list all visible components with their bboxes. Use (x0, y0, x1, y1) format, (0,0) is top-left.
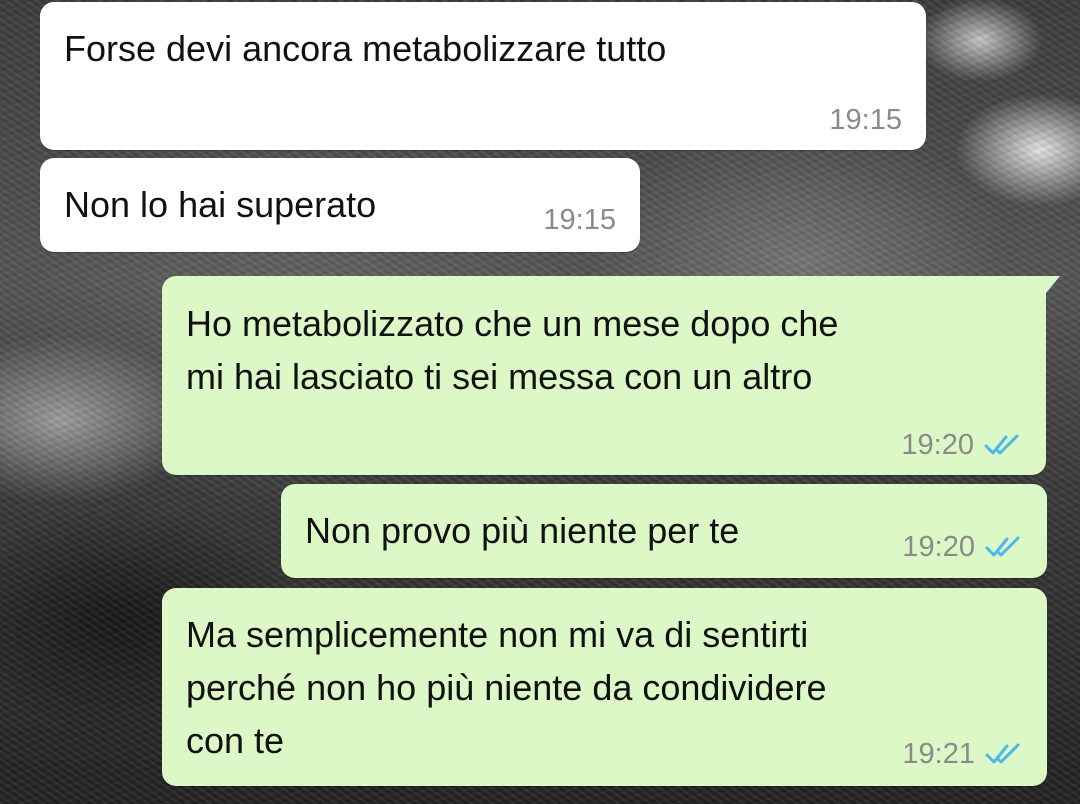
message-time: 19:15 (829, 104, 902, 136)
double-check-read-icon (985, 536, 1020, 557)
message-meta: 19:20 (901, 429, 1022, 461)
message-bubble-outgoing[interactable]: Ma semplicemente non mi va di sentirti p… (162, 588, 1047, 786)
message-bubble-incoming[interactable]: Non lo hai superato 19:15 (40, 158, 640, 252)
message-meta: 19:15 (829, 104, 902, 136)
message-time: 19:15 (543, 204, 616, 236)
double-check-read-icon (985, 743, 1020, 764)
message-meta: 19:15 (543, 204, 616, 236)
message-meta: 19:20 (902, 531, 1023, 563)
message-time: 19:21 (902, 738, 975, 770)
bubble-tail (1042, 276, 1060, 298)
message-bubble-outgoing[interactable]: Non provo più niente per te 19:20 (281, 484, 1047, 578)
message-bubble-incoming[interactable]: Forse devi ancora metabolizzare tutto 19… (40, 2, 926, 150)
message-text: Non lo hai superato (64, 184, 377, 225)
message-time: 19:20 (901, 429, 974, 461)
message-bubble-outgoing[interactable]: Ho metabolizzato che un mese dopo che mi… (162, 276, 1060, 475)
double-check-read-icon (984, 434, 1019, 455)
message-meta: 19:21 (902, 738, 1023, 770)
message-text: Forse devi ancora metabolizzare tutto (64, 28, 667, 69)
message-text: Ho metabolizzato che un mese dopo che mi… (186, 303, 839, 397)
message-time: 19:20 (902, 531, 975, 563)
message-text: Ma semplicemente non mi va di sentirti p… (186, 614, 827, 761)
message-text: Non provo più niente per te (305, 510, 740, 551)
